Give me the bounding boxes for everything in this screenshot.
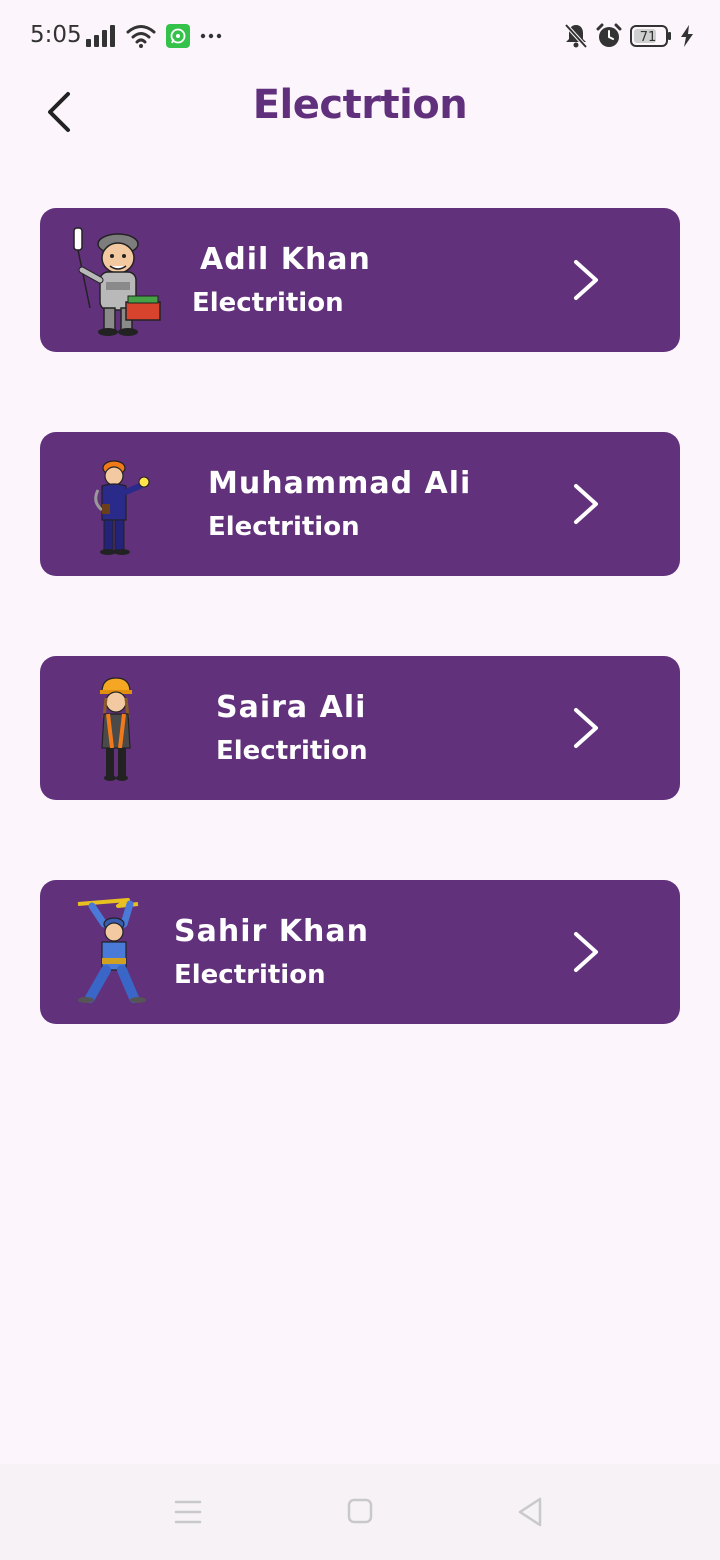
home-square-icon[interactable] <box>342 1494 378 1530</box>
worker-card-sahir-khan[interactable]: Sahir Khan Electrition <box>40 880 680 1024</box>
status-right-icons: 71 <box>564 22 694 50</box>
worker-name: Muhammad Ali <box>208 466 472 501</box>
status-left-icons <box>86 22 222 50</box>
battery-icon: 71 <box>630 25 671 47</box>
worker-role: Electrition <box>174 960 326 990</box>
menu-icon[interactable] <box>170 1494 206 1530</box>
worker-avatar-image <box>77 898 146 1003</box>
page-title: Electrtion <box>252 82 468 128</box>
chevron-right-icon <box>574 708 598 748</box>
wifi-icon <box>126 25 156 48</box>
mute-bell-icon <box>564 23 588 49</box>
worker-card-adil-khan[interactable]: Adil Khan Electrition <box>40 208 680 352</box>
chevron-right-icon <box>574 260 598 300</box>
worker-avatar-image <box>94 460 150 555</box>
status-bar: 5:05 71 <box>0 0 720 72</box>
worker-role: Electrition <box>192 288 344 318</box>
status-time: 5:05 <box>30 22 82 48</box>
worker-role: Electrition <box>208 512 360 542</box>
chevron-right-icon <box>574 484 598 524</box>
alarm-icon <box>596 23 622 47</box>
worker-avatar-image <box>100 677 132 781</box>
signal-icon <box>86 25 115 47</box>
more-dots-icon <box>200 33 222 39</box>
worker-card-muhammad-ali[interactable]: Muhammad Ali Electrition <box>40 432 680 576</box>
back-triangle-icon[interactable] <box>514 1494 550 1530</box>
chevron-right-icon <box>574 932 598 972</box>
worker-name: Sahir Khan <box>174 914 369 949</box>
worker-avatar-image <box>73 227 161 336</box>
worker-name: Adil Khan <box>200 242 371 277</box>
worker-card-saira-ali[interactable]: Saira Ali Electrition <box>40 656 680 800</box>
worker-role: Electrition <box>216 736 368 766</box>
system-nav-bar <box>0 1464 720 1560</box>
worker-name: Saira Ali <box>216 690 367 725</box>
screen: 5:05 71 Electrtion Adil Khan Electrition… <box>0 0 720 1560</box>
whatsapp-notification-icon <box>166 24 190 48</box>
charging-icon <box>681 25 693 47</box>
battery-level: 71 <box>640 30 657 45</box>
